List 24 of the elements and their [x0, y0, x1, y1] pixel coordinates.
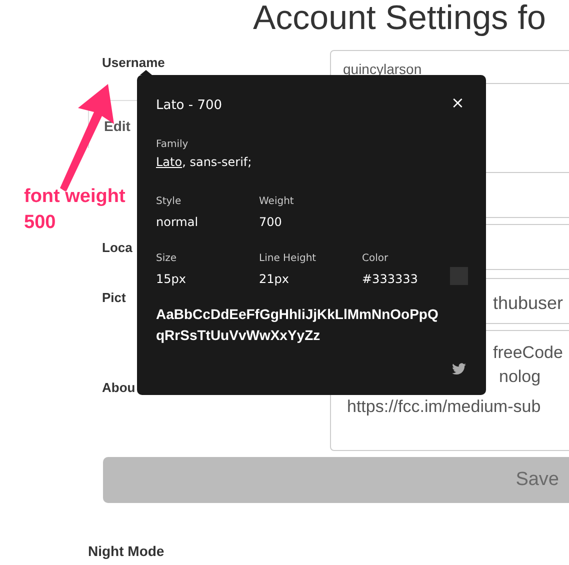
property-value: #333333 — [362, 271, 418, 288]
property-value: 15px — [156, 271, 186, 288]
popover-title: Lato - 700 — [156, 97, 222, 115]
property-value: normal — [156, 214, 198, 231]
color-swatch — [450, 267, 468, 285]
property-label: Size — [156, 252, 177, 266]
page-title: Account Settings fo — [253, 0, 546, 36]
font-sample-text: AaBbCcDdEeFfGgHhIiJjKkLlMmNnOoPpQ qRrSsTtUuVvWwXxYyZz — [156, 305, 438, 345]
property-label: Line Height — [259, 252, 316, 266]
property-value: 700 — [259, 214, 282, 231]
close-button[interactable]: × — [451, 93, 464, 113]
field-label: Loca — [102, 241, 132, 255]
property-label: Style — [156, 195, 182, 209]
family-value: Lato, sans-serif; — [156, 154, 252, 171]
property-label: Weight — [259, 195, 294, 209]
annotation-text: font weight 500 — [24, 185, 126, 235]
bird-icon — [452, 363, 466, 375]
family-label: Family — [156, 138, 188, 152]
field-label: Username — [102, 56, 165, 70]
property-label: Color — [362, 252, 388, 266]
field-label: Abou — [102, 381, 136, 395]
night-mode-label: Night Mode — [88, 542, 164, 561]
field-label: Pict — [102, 291, 126, 305]
property-value: 21px — [259, 271, 289, 288]
